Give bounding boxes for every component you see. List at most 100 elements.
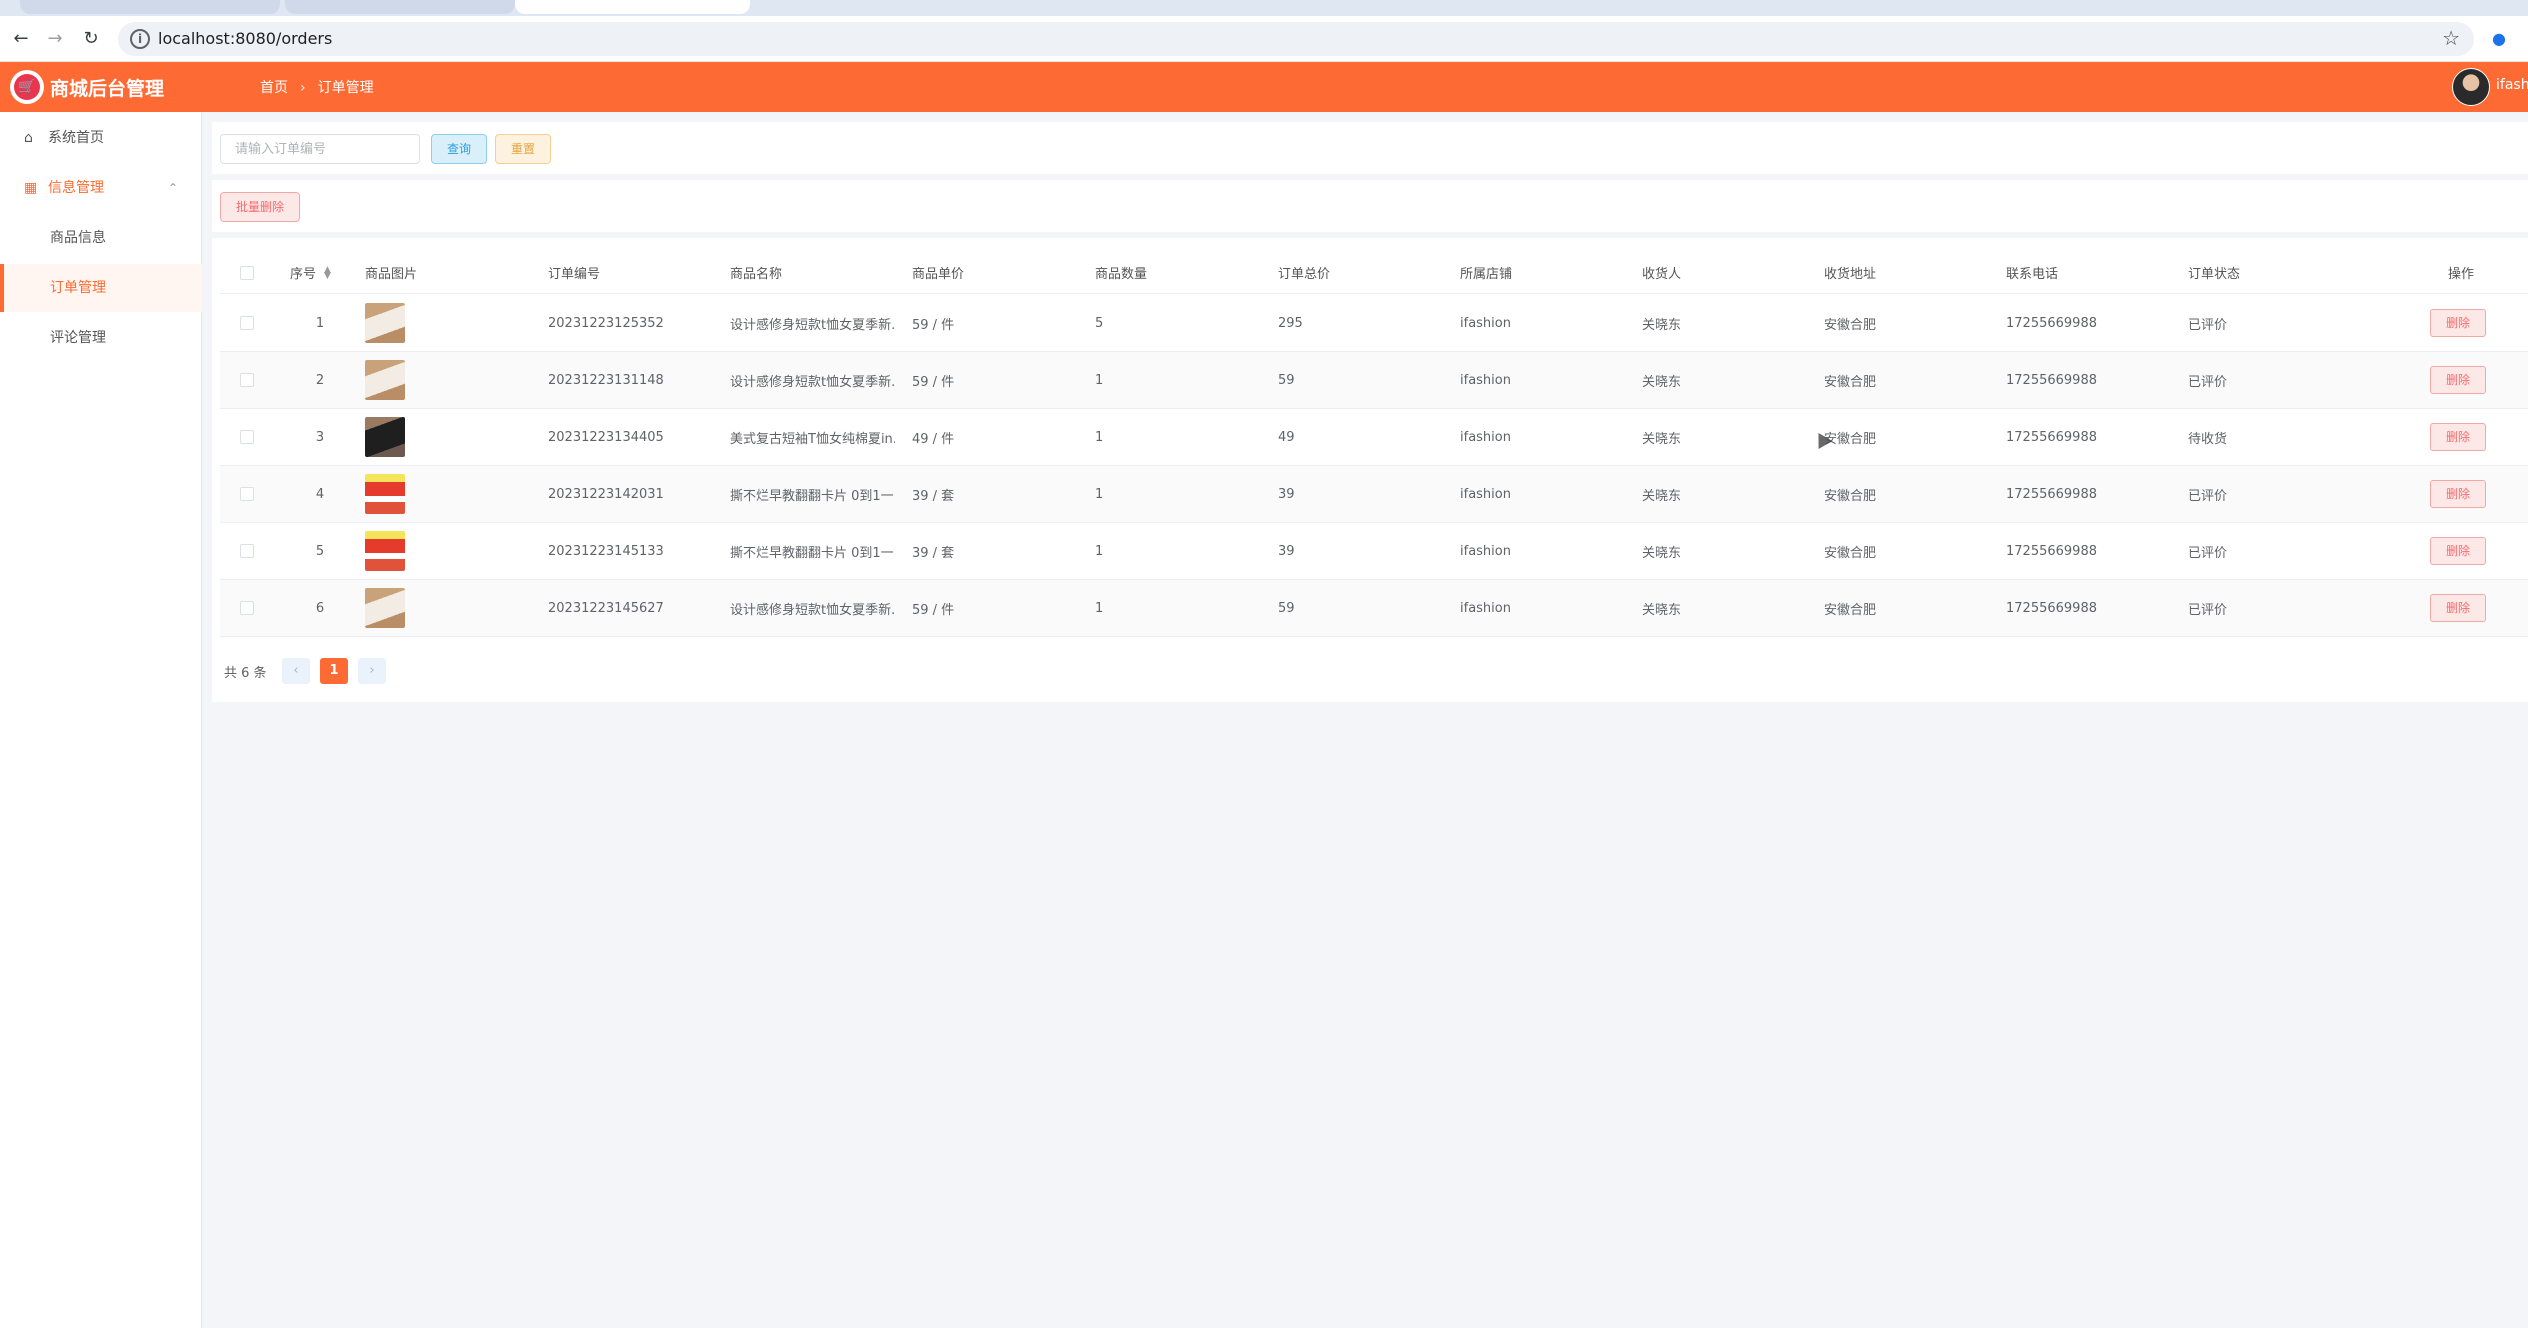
sidebar-item-label: 商品信息: [50, 230, 106, 246]
cell-order-no: 20231223142031: [548, 486, 664, 502]
address-bar[interactable]: i localhost:8080/orders ☆: [118, 22, 2474, 56]
sidebar-group-info[interactable]: ▦ 信息管理 ⌃: [0, 164, 202, 212]
col-header-shop: 所属店铺: [1460, 267, 1513, 282]
cell-product-image: [365, 295, 405, 351]
query-button[interactable]: 查询: [431, 134, 487, 164]
user-name[interactable]: ifash: [2496, 77, 2528, 93]
delete-button[interactable]: 删除: [2430, 366, 2486, 394]
pagination-total: 共 6 条: [224, 666, 267, 681]
cell-index: 4: [315, 486, 325, 502]
delete-button[interactable]: 删除: [2430, 309, 2486, 337]
cell-address: 安徽合肥: [1824, 545, 1877, 561]
col-header-phone: 联系电话: [2006, 267, 2059, 282]
bookmark-star-icon[interactable]: ☆: [2442, 26, 2460, 50]
cell-quantity: 1: [1095, 600, 1104, 616]
prev-page-chevron-icon[interactable]: ‹: [282, 658, 310, 684]
next-page-chevron-icon[interactable]: ›: [358, 658, 386, 684]
profile-icon[interactable]: ●: [2486, 26, 2512, 52]
action-panel: 批量删除: [212, 180, 2528, 232]
app-header: 🛒 商城后台管理 首页 › 订单管理 ifash: [0, 62, 2528, 112]
col-header-total: 订单总价: [1278, 267, 1331, 282]
cell-status: 已评价: [2188, 488, 2228, 504]
cell-product-name: 撕不烂早教翻翻卡片 0到1一...: [730, 545, 895, 561]
row-checkbox[interactable]: [240, 466, 254, 522]
delete-button[interactable]: 删除: [2430, 537, 2486, 565]
breadcrumb-home[interactable]: 首页: [260, 77, 288, 97]
browser-toolbar: ← → ↻ i localhost:8080/orders ☆ ●: [0, 16, 2528, 62]
address-url[interactable]: localhost:8080/orders: [158, 29, 332, 48]
sidebar-item-products[interactable]: 商品信息: [0, 214, 202, 262]
sidebar: ⌂ 系统首页 ▦ 信息管理 ⌃ 商品信息 订单管理 评论管理: [0, 112, 202, 1328]
select-all-checkbox[interactable]: [240, 252, 254, 293]
row-checkbox[interactable]: [240, 580, 254, 636]
product-thumbnail[interactable]: [365, 303, 405, 343]
cell-product-name: 设计感修身短款t恤女夏季新...: [730, 317, 895, 333]
table-row: 1 20231223125352 设计感修身短款t恤女夏季新... 59 / 件 5 29…: [220, 295, 2528, 352]
cell-order-no: 20231223145133: [548, 543, 664, 559]
browser-tab[interactable]: [285, 0, 515, 14]
table-row: 5 20231223145133 撕不烂早教翻翻卡片 0到1一... 39 / 套 1 3…: [220, 523, 2528, 580]
forward-arrow-icon[interactable]: →: [42, 26, 68, 52]
cell-unit-price: 39 / 套: [912, 488, 955, 504]
cell-order-no: 20231223145627: [548, 600, 664, 616]
order-number-search-input[interactable]: [220, 134, 420, 164]
col-header-product-name: 商品名称: [730, 267, 783, 282]
cell-actions: 删除: [2430, 295, 2486, 351]
product-thumbnail[interactable]: [365, 588, 405, 628]
sidebar-item-orders[interactable]: 订单管理: [0, 264, 202, 312]
product-thumbnail[interactable]: [365, 360, 405, 400]
sort-caret-icon[interactable]: ▲ ▼: [324, 265, 331, 280]
cell-total: 59: [1278, 372, 1295, 388]
cell-product-name: 设计感修身短款t恤女夏季新...: [730, 602, 895, 618]
cell-actions: 删除: [2430, 352, 2486, 408]
cell-total: 39: [1278, 543, 1295, 559]
product-thumbnail[interactable]: [365, 531, 405, 571]
reload-icon[interactable]: ↻: [78, 26, 104, 52]
col-header-index[interactable]: 序号 ▲ ▼: [290, 252, 331, 293]
row-checkbox[interactable]: [240, 409, 254, 465]
cell-quantity: 1: [1095, 372, 1104, 388]
back-arrow-icon[interactable]: ←: [8, 26, 34, 52]
col-header-quantity: 商品数量: [1095, 267, 1148, 282]
delete-button[interactable]: 删除: [2430, 594, 2486, 622]
table-row: 6 20231223145627 设计感修身短款t恤女夏季新... 59 / 件 1 59…: [220, 580, 2528, 637]
sidebar-item-home[interactable]: ⌂ 系统首页: [0, 114, 202, 162]
cell-quantity: 5: [1095, 315, 1104, 331]
col-header-actions: 操作: [2448, 267, 2475, 282]
search-panel: 查询 重置: [212, 122, 2528, 174]
sidebar-group-label: 信息管理: [48, 180, 104, 196]
cell-unit-price: 59 / 件: [912, 317, 955, 333]
cell-receiver: 关晓东: [1642, 545, 1682, 561]
sidebar-item-comments[interactable]: 评论管理: [0, 314, 202, 362]
product-thumbnail[interactable]: [365, 474, 405, 514]
reset-button[interactable]: 重置: [495, 134, 551, 164]
delete-button[interactable]: 删除: [2430, 423, 2486, 451]
batch-delete-button[interactable]: 批量删除: [220, 192, 300, 222]
row-checkbox[interactable]: [240, 295, 254, 351]
chevron-up-icon: ⌃: [167, 181, 178, 195]
delete-button[interactable]: 删除: [2430, 480, 2486, 508]
row-checkbox[interactable]: [240, 352, 254, 408]
cell-product-image: [365, 523, 405, 579]
row-checkbox[interactable]: [240, 523, 254, 579]
cell-product-name: 撕不烂早教翻翻卡片 0到1一...: [730, 488, 895, 504]
cell-phone: 17255669988: [2006, 486, 2097, 502]
orders-table: 序号 ▲ ▼ 商品图片 订单编号 商品名称 商品单价 商品数量 订单总价 所属店铺 …: [212, 238, 2528, 702]
cell-shop: ifashion: [1460, 372, 1511, 388]
site-info-icon[interactable]: i: [130, 29, 150, 49]
browser-tab[interactable]: [20, 0, 280, 14]
cell-phone: 17255669988: [2006, 315, 2097, 331]
cell-product-image: [365, 580, 405, 636]
cell-product-name: 美式复古短袖T恤女纯棉夏in...: [730, 431, 895, 447]
cell-unit-price: 49 / 件: [912, 431, 955, 447]
breadcrumb-separator-icon: ›: [300, 80, 306, 96]
cell-product-name: 设计感修身短款t恤女夏季新...: [730, 374, 895, 390]
table-row: 4 20231223142031 撕不烂早教翻翻卡片 0到1一... 39 / 套 1 3…: [220, 466, 2528, 523]
cell-shop: ifashion: [1460, 600, 1511, 616]
cell-phone: 17255669988: [2006, 543, 2097, 559]
page-number-current[interactable]: 1: [320, 658, 348, 684]
cell-unit-price: 59 / 件: [912, 374, 955, 390]
browser-tab-active[interactable]: [515, 0, 750, 14]
product-thumbnail[interactable]: [365, 417, 405, 457]
avatar[interactable]: [2452, 68, 2490, 106]
